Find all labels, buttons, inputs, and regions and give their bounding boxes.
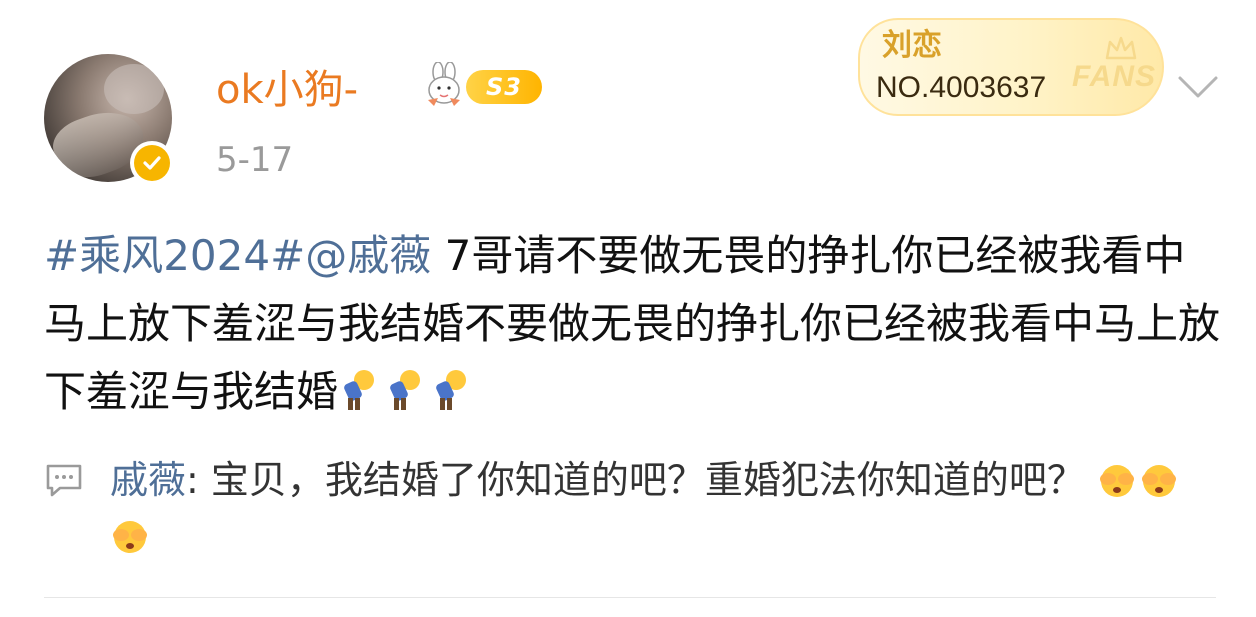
comment-text: 宝贝，我结婚了你知道的吧？重婚犯法你知道的吧？ — [210, 458, 1085, 502]
bowing-emoji-icon — [390, 370, 421, 410]
chevron-down-icon[interactable] — [1174, 66, 1222, 106]
rabbit-mascot-icon — [420, 61, 472, 110]
fans-card[interactable]: 刘恋 NO.4003637 FANS — [858, 18, 1164, 116]
comment-text-block: 戚薇: 宝贝，我结婚了你知道的吧？重婚犯法你知道的吧？ — [110, 452, 1220, 564]
mention-link[interactable]: @戚薇 — [305, 231, 431, 280]
verified-badge-icon — [130, 141, 174, 185]
fans-card-number: NO.4003637 — [876, 71, 1047, 104]
post-timestamp: 5-17 — [216, 140, 294, 180]
covering-face-emoji-icon — [113, 521, 147, 553]
divider — [44, 597, 1216, 598]
covering-face-emoji-icon — [1142, 465, 1177, 497]
level-badge[interactable]: S3 — [466, 70, 542, 104]
bowing-emoji-icon — [344, 370, 375, 410]
comment-bubble-icon — [46, 464, 82, 497]
fans-logo: FANS — [1072, 60, 1157, 93]
fans-card-name: 刘恋 — [882, 28, 942, 63]
crown-icon — [1105, 36, 1137, 60]
topic-link[interactable]: #乘风2024# — [44, 231, 305, 280]
username[interactable]: ok小狗- — [216, 64, 358, 116]
comment-username[interactable]: 戚薇 — [110, 458, 186, 502]
weibo-post: ok小狗- S3 5-17 刘恋 NO.4003637 FANS #乘风2024… — [0, 0, 1256, 617]
bowing-emoji-icon — [436, 370, 467, 410]
comment-separator: : — [186, 458, 211, 502]
post-body: #乘风2024#@戚薇 7哥请不要做无畏的挣扎你已经被我看中马上放下羞涩与我结婚… — [44, 222, 1224, 426]
covering-face-emoji-icon — [1100, 465, 1135, 497]
